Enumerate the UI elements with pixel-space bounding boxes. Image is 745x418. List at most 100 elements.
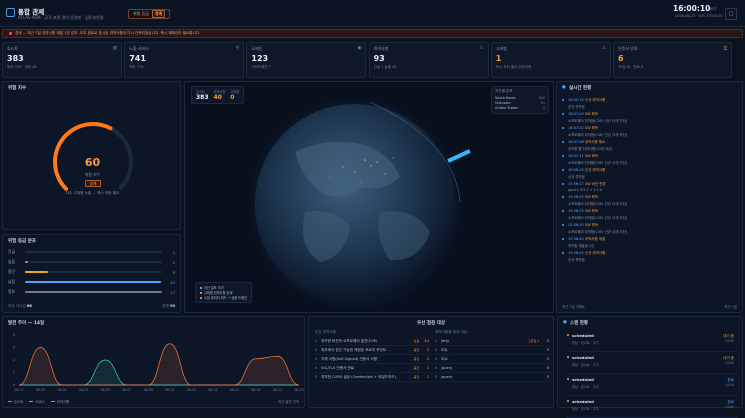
priority-asset-row[interactable]: 3 SQL 5 [435,355,549,364]
scan-name: scheduled [572,399,594,404]
trend-chart: 0 1 2 3 4 06-27 06-29 06-01 06-03 06-05 06-07 06-09… [13,333,304,392]
severity-bar [25,291,162,293]
feed-item[interactable]: 15:56:22 SW 획득 소프트웨어 취약점(CVE) 신규 (3개 자산) [560,195,732,206]
priority-vuln-row[interactable]: 2 외부에서 접근 가능한 제한된 포트의 포인트 중간 2 [315,346,429,355]
country-count: 2 [542,106,545,110]
world-globe[interactable] [185,82,555,314]
kpi-card[interactable]: 인증서 만료 6 30일 내 · 만료 0 ⚿ [613,42,732,78]
feed-item[interactable]: 15:56:25 SW 획득 소프트웨어 취약점(CVE) 신규 (3개 자산) [560,209,732,220]
fullscreen-button[interactable]: □ [725,8,737,20]
trend-legend-label: 호스트 [14,400,24,404]
priority-vuln-count: 2 [426,357,429,361]
trend-footer: 최근 발견 이력 [278,400,299,404]
trend-legend-item[interactable]: 취약사항 [50,399,70,404]
priority-targets-title: 우선 점검 대상 [417,321,445,326]
trend-xtick: 06-17 [230,388,239,392]
feed-item[interactable]: 16:07:00 SW 획득 소프트웨어 취약점(CVE) 신규 (3개 자산) [560,112,732,123]
globe-key-swatch [200,296,202,299]
priority-asset-row[interactable]: 5 jquery 5 [435,373,549,382]
priority-asset-name: SQL [441,357,449,361]
trend-legend-item[interactable]: 호스트 [8,399,23,404]
kpi-value: 1 [495,54,502,63]
alert-text: 경계 — 최근 7일 취약사항 재발 1건 감지. 조치 완료로 표시된 취약사… [15,31,201,35]
scan-item[interactable]: scheduled 대상 · 호스트 · 주기 대기 중 14:00 [566,352,738,374]
feed-item[interactable]: 15:56:17 SW 버전 변경 jquery 3.5.1 → 3.7.0 [560,182,732,192]
risk-level-indicator[interactable]: 위험 등급 경계 [128,9,171,19]
severity-row[interactable]: 낮음 42 [8,277,175,287]
scan-item[interactable]: scheduled 대상 · 호스트 · 주기 완료 14:00 [566,396,738,418]
priority-vuln-severity: 중간 [413,375,420,379]
feed-item[interactable]: 16:00:15 신규 취약사항 신규 취약점 [560,98,732,109]
alert-banner[interactable]: 경계 — 최근 7일 취약사항 재발 1건 감지. 조치 완료로 표시된 취약사… [2,29,743,38]
feed-item[interactable]: 15:56:40 취약사항 재발 취약한 재발생 1건 [560,237,732,248]
priority-asset-row[interactable]: 4 jquery 5 [435,364,549,373]
severity-row[interactable]: 긴급 0 [8,247,175,257]
feed-item[interactable]: 15:56:45 신규 취약사항 신규 취약점 [560,251,732,262]
kpi-value: 383 [7,54,24,63]
feed-item-header: 16:00:15 신규 취약사항 [568,98,732,103]
globe-key-row: 수집 데이터 피드 → 검증 도메인 [200,295,247,300]
feed-item-header: 15:56:22 SW 획득 [568,195,732,200]
globe-stat: 취약사항 40 [214,89,226,101]
scan-name: scheduled [572,377,594,382]
priority-vuln-count: 1 [426,366,429,370]
severity-bar [25,251,162,253]
globe-stat-value: 0 [230,94,235,101]
priority-asset-count: 5 [546,348,549,352]
severity-row[interactable]: 높음 1 [8,257,175,267]
severity-label: 낮음 [8,279,15,284]
trend-xtick: 06-09 [144,388,153,392]
severity-footer: 자산 가시성 66 전체 93 [8,304,175,309]
kpi-value: 93 [373,54,385,63]
priority-vuln-name: SSL/TLS 인증서 만료 [321,365,355,370]
priority-vuln-row[interactable]: 1 취약한 버전의 소프트웨어 발견(CVE) 높음 44 [315,337,429,346]
trend-legend-label: 취약사항 [56,400,70,404]
trend-xtick: 06-07 [122,388,131,392]
scan-item[interactable]: scheduled 대상 · 호스트 · 주기 완료 14:00 [566,374,738,396]
severity-distribution-panel: 위험 등급 분포 긴급 0 높음 1 중간 3 낮음 42 정보 47 자산 가시성 66 전체 … [2,234,181,313]
priority-vuln-severity: 높음 [413,339,420,343]
feed-item[interactable]: 16:07:08 취약사항 해소 취약한 웹 취약사항(13개 자산) [560,140,732,151]
priority-vuln-row[interactable]: 5 취약한 CORS 설정 (Credentials + 와일드카드) 중간 1 [315,373,429,382]
kpi-card[interactable]: 노출 서비스 741 포트 774 ⚲ [124,42,245,78]
severity-row[interactable]: 중간 3 [8,267,175,277]
kpi-sub: 외부 335 · 내부 48 [7,65,37,69]
priority-asset-row[interactable]: 1 jetty 고위험 15 [435,337,549,346]
trend-xtick: 06-19 [251,388,260,392]
severity-row[interactable]: 정보 47 [8,287,175,297]
feed-desc: 소프트웨어 취약점(CVE) 신규 (3개 자산) [568,216,628,220]
kpi-icon: ⚿ [723,47,727,52]
severity-label: 높음 [8,259,15,264]
trend-legend-item[interactable]: 서비스 [29,399,45,404]
feed-time: 16:07:11 [568,154,584,158]
globe-stats: 호스트 383 취약사항 40 고위험 0 [191,86,245,104]
trend-legend-swatch [50,401,55,402]
scan-list[interactable]: scheduled 대상 · 호스트 · 주기 대기 중 14:00 scheduled… [566,330,738,418]
priority-asset-row[interactable]: 2 SQL 5 [435,346,549,355]
total-value: 93 [169,304,175,308]
feed-tag: SW 획득 [584,112,599,116]
kpi-card[interactable]: 호스트 383 외부 335 · 내부 48 ▥ [2,42,122,78]
top-header: 통합 관제 ATLAS-ASM · 공격 표면 관리 운영판 · 검토부연결 위… [0,0,745,27]
kpi-icon: ◉ [357,46,362,51]
kpi-card[interactable]: 도메인 123 서브도메인 7 ◉ [246,42,367,78]
priority-vuln-severity: 중간 [413,366,420,370]
feed-item[interactable]: 15:56:30 SW 획득 소프트웨어 취약점(CVE) 신규 (3개 자산) [560,223,732,234]
country-row[interactable]: United States 2 [495,106,545,111]
kpi-value: 6 [618,54,624,63]
trend-ytick: 0 [13,383,15,387]
feed-item[interactable]: 16:06:15 신규 취약사항 신규 취약점 [560,168,732,179]
severity-bar-fill [25,281,161,283]
priority-vuln-row[interactable]: 3 자체 서명(Self-Signed) 인증서 사용 중간 2 [315,355,429,364]
feed-item[interactable]: 16:07:11 SW 획득 소프트웨어 취약점(CVE) 신규 (3개 자산) [560,154,732,165]
scan-item[interactable]: scheduled 대상 · 호스트 · 주기 대기 중 14:00 [566,330,738,352]
live-feed-list[interactable]: 16:00:15 신규 취약사항 신규 취약점 16:07:00 SW 획득 소프트웨… [560,98,732,265]
kpi-card[interactable]: 취약사항 93 긴급 7 높음 45 ⚠ [368,42,489,78]
feed-item[interactable]: 16:07:02 SW 획득 소프트웨어 취약점(CVE) 신규 (3개 자산) [560,126,732,137]
priority-targets-panel: 우선 점검 대상 우선 취약사항 취약사항별 점검 대상 1 취약한 버전의 소프… [308,316,554,408]
feed-time: 15:56:25 [568,209,584,213]
feed-tag: 취약사항 재발 [584,237,606,241]
priority-vuln-count: 2 [426,348,429,352]
kpi-card[interactable]: 고위험 1 즉시 조치 필요 취약사항 ⚠ [490,42,611,78]
priority-vuln-row[interactable]: 4 SSL/TLS 인증서 만료 중간 1 [315,364,429,373]
